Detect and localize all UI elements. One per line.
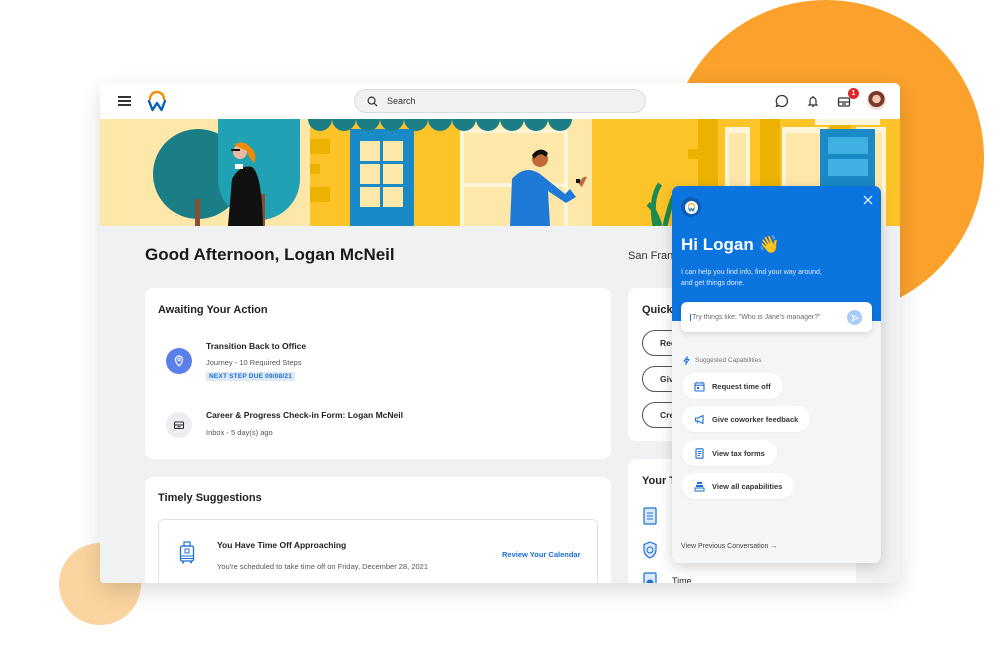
timely-suggestions-card: Timely Suggestions You Have Time Off App… xyxy=(145,477,611,583)
bell-icon[interactable] xyxy=(805,93,821,109)
stack-icon xyxy=(694,481,705,491)
location-pin-icon xyxy=(166,348,192,374)
capability-view-all[interactable]: View all capabilities xyxy=(682,473,795,499)
search-input[interactable] xyxy=(387,96,617,106)
capability-view-tax-forms[interactable]: View tax forms xyxy=(682,440,777,466)
assistant-description: I can help you find info, find your way … xyxy=(681,269,822,287)
task-row[interactable]: I xyxy=(642,541,675,559)
capability-request-time-off[interactable]: Request time off xyxy=(682,373,783,399)
suggestion-item: You Have Time Off Approaching You're sch… xyxy=(158,519,598,583)
view-previous-conversation-link[interactable]: View Previous Conversation → xyxy=(681,543,777,550)
top-bar: 1 xyxy=(100,83,900,119)
assistant-header: Hi Logan 👋 I can help you find info, fin… xyxy=(672,186,881,321)
task-row[interactable]: Time xyxy=(642,572,692,583)
chat-icon[interactable] xyxy=(774,93,790,109)
action-item-title[interactable]: Career & Progress Check-in Form: Logan M… xyxy=(206,410,403,420)
time-clock-icon xyxy=(643,572,657,583)
action-item-subtitle: Journey - 10 Required Steps xyxy=(206,358,302,367)
inbox-badge: 1 xyxy=(848,88,859,99)
workday-logo[interactable] xyxy=(147,90,167,112)
lightning-icon xyxy=(683,356,690,365)
action-item-title[interactable]: Transition Back to Office xyxy=(206,341,306,351)
search-icon xyxy=(367,96,378,107)
menu-icon[interactable] xyxy=(118,96,131,106)
suggestion-subtitle: You're scheduled to take time off on Fri… xyxy=(217,562,429,571)
awaiting-action-card: Awaiting Your Action Transition Back to … xyxy=(145,288,611,459)
suggested-capabilities-heading: Suggested Capabilities xyxy=(683,356,762,365)
assistant-input[interactable] xyxy=(690,313,840,321)
assistant-logo xyxy=(681,197,701,217)
assistant-input-box[interactable] xyxy=(681,302,872,332)
suggestion-title: You Have Time Off Approaching xyxy=(217,540,347,550)
stage: 1 xyxy=(0,0,1000,667)
task-row[interactable]: I xyxy=(642,507,675,525)
quick-actions-title: Quick xyxy=(642,304,673,316)
document-icon xyxy=(695,447,704,459)
assistant-panel: Hi Logan 👋 I can help you find info, fin… xyxy=(672,186,881,563)
capability-label: View tax forms xyxy=(712,448,765,458)
document-icon xyxy=(643,507,657,525)
action-item-subtitle: Inbox - 5 day(s) ago xyxy=(206,428,273,437)
inbox-tray-icon xyxy=(166,412,192,438)
capability-give-coworker-feedback[interactable]: Give coworker feedback xyxy=(682,406,811,432)
shield-icon xyxy=(643,541,657,559)
send-button[interactable] xyxy=(847,310,862,325)
awaiting-action-title: Awaiting Your Action xyxy=(158,304,268,316)
avatar[interactable] xyxy=(867,91,886,110)
luggage-icon xyxy=(179,541,195,564)
capability-label: View all capabilities xyxy=(712,481,783,491)
megaphone-icon xyxy=(694,414,704,424)
send-icon xyxy=(850,313,859,322)
task-label: Time xyxy=(672,576,692,583)
timely-suggestions-title: Timely Suggestions xyxy=(158,492,262,504)
calendar-icon xyxy=(694,381,705,392)
location-label: San Fran xyxy=(628,250,674,262)
capability-label: Give coworker feedback xyxy=(712,414,799,424)
page-greeting: Good Afternoon, Logan McNeil xyxy=(145,245,395,264)
capability-label: Request time off xyxy=(712,381,771,391)
due-date-tag: NEXT STEP DUE 09/08/21 xyxy=(206,372,296,381)
your-tasks-title: Your T xyxy=(642,475,677,487)
search-bar[interactable] xyxy=(354,89,646,113)
close-icon[interactable] xyxy=(862,194,874,206)
review-calendar-link[interactable]: Review Your Calendar xyxy=(502,550,581,559)
suggested-capabilities-label: Suggested Capabilities xyxy=(695,357,762,364)
assistant-greeting: Hi Logan 👋 xyxy=(681,235,780,254)
